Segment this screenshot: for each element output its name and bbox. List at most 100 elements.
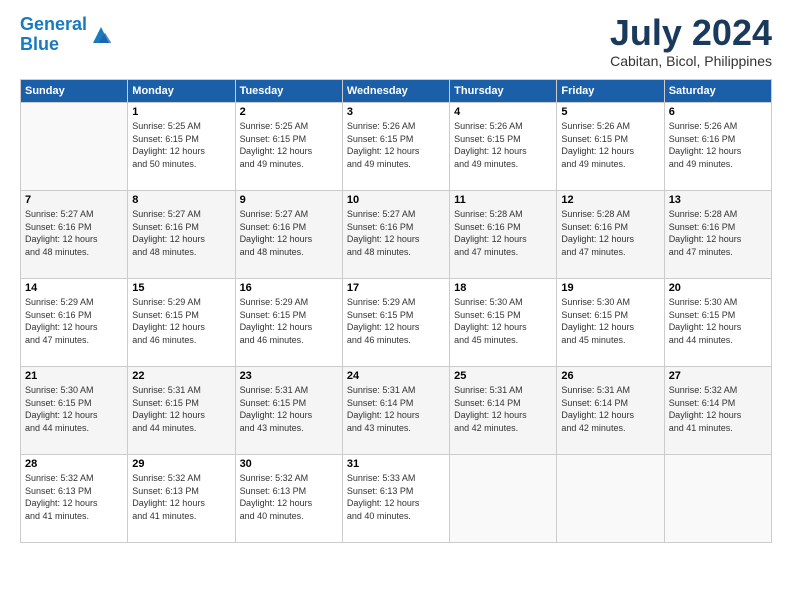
weekday-header-sunday: Sunday [21,80,128,103]
calendar-cell [664,455,771,543]
day-number: 27 [669,370,767,382]
calendar-cell: 2 Sunrise: 5:25 AM Sunset: 6:15 PM Daylig… [235,103,342,191]
calendar-cell: 14Sunrise: 5:29 AM Sunset: 6:16 PM Dayli… [21,279,128,367]
cell-content: Sunrise: 5:26 AM Sunset: 6:15 PM Dayligh… [561,120,659,170]
day-number: 22 [132,370,230,382]
calendar-cell [557,455,664,543]
cell-content: Sunrise: 5:32 AM Sunset: 6:13 PM Dayligh… [25,472,123,522]
day-number: 5 [561,106,659,118]
calendar-cell [450,455,557,543]
calendar-cell: 21 Sunrise: 5:30 AM Sunset: 6:15 PM Dayli… [21,367,128,455]
cell-content: Sunrise: 5:31 AM Sunset: 6:14 PM Dayligh… [347,384,445,434]
logo-icon [89,23,113,47]
weekday-header-saturday: Saturday [664,80,771,103]
day-number: 7 [25,194,123,206]
weekday-header-row: SundayMondayTuesdayWednesdayThursdayFrid… [21,80,772,103]
month-year-title: July 2024 [610,15,772,51]
logo-text: General Blue [20,15,87,55]
day-number: 11 [454,194,552,206]
cell-content: Sunrise: 5:31 AM Sunset: 6:15 PM Dayligh… [132,384,230,434]
calendar-cell: 26Sunrise: 5:31 AM Sunset: 6:14 PM Dayli… [557,367,664,455]
calendar-cell: 28Sunrise: 5:32 AM Sunset: 6:13 PM Dayli… [21,455,128,543]
calendar-cell: 20Sunrise: 5:30 AM Sunset: 6:15 PM Dayli… [664,279,771,367]
calendar-cell: 25Sunrise: 5:31 AM Sunset: 6:14 PM Dayli… [450,367,557,455]
cell-content: Sunrise: 5:31 AM Sunset: 6:15 PM Dayligh… [240,384,338,434]
calendar-cell: 23 Sunrise: 5:31 AM Sunset: 6:15 PM Dayli… [235,367,342,455]
day-number: 14 [25,282,123,294]
calendar-cell [21,103,128,191]
day-number: 19 [561,282,659,294]
calendar-table: SundayMondayTuesdayWednesdayThursdayFrid… [20,79,772,543]
day-number: 16 [240,282,338,294]
week-row-4: 21 Sunrise: 5:30 AM Sunset: 6:15 PM Dayli… [21,367,772,455]
day-number: 15 [132,282,230,294]
title-block: July 2024 Cabitan, Bicol, Philippines [610,15,772,69]
calendar-cell: 9Sunrise: 5:27 AM Sunset: 6:16 PM Daylig… [235,191,342,279]
calendar-cell: 10 Sunrise: 5:27 AM Sunset: 6:16 PM Dayli… [342,191,449,279]
logo-general: General [20,14,87,34]
header: General Blue July 2024 Cabitan, Bicol, P… [20,15,772,69]
cell-content: Sunrise: 5:32 AM Sunset: 6:13 PM Dayligh… [132,472,230,522]
logo-blue: Blue [20,34,59,54]
cell-content: Sunrise: 5:30 AM Sunset: 6:15 PM Dayligh… [561,296,659,346]
calendar-cell: 5 Sunrise: 5:26 AM Sunset: 6:15 PM Daylig… [557,103,664,191]
calendar-cell: 22 Sunrise: 5:31 AM Sunset: 6:15 PM Dayli… [128,367,235,455]
cell-content: Sunrise: 5:28 AM Sunset: 6:16 PM Dayligh… [454,208,552,258]
calendar-cell: 30 Sunrise: 5:32 AM Sunset: 6:13 PM Dayli… [235,455,342,543]
cell-content: Sunrise: 5:27 AM Sunset: 6:16 PM Dayligh… [25,208,123,258]
calendar-cell: 15 Sunrise: 5:29 AM Sunset: 6:15 PM Dayli… [128,279,235,367]
cell-content: Sunrise: 5:29 AM Sunset: 6:15 PM Dayligh… [347,296,445,346]
cell-content: Sunrise: 5:29 AM Sunset: 6:15 PM Dayligh… [132,296,230,346]
calendar-cell: 11 Sunrise: 5:28 AM Sunset: 6:16 PM Dayli… [450,191,557,279]
day-number: 6 [669,106,767,118]
day-number: 10 [347,194,445,206]
weekday-header-friday: Friday [557,80,664,103]
calendar-cell: 6 Sunrise: 5:26 AM Sunset: 6:16 PM Daylig… [664,103,771,191]
calendar-cell: 12 Sunrise: 5:28 AM Sunset: 6:16 PM Dayli… [557,191,664,279]
calendar-cell: 27 Sunrise: 5:32 AM Sunset: 6:14 PM Dayli… [664,367,771,455]
page: General Blue July 2024 Cabitan, Bicol, P… [0,0,792,612]
cell-content: Sunrise: 5:31 AM Sunset: 6:14 PM Dayligh… [454,384,552,434]
day-number: 30 [240,458,338,470]
cell-content: Sunrise: 5:30 AM Sunset: 6:15 PM Dayligh… [669,296,767,346]
day-number: 8 [132,194,230,206]
cell-content: Sunrise: 5:25 AM Sunset: 6:15 PM Dayligh… [132,120,230,170]
calendar-cell: 17 Sunrise: 5:29 AM Sunset: 6:15 PM Dayli… [342,279,449,367]
weekday-header-monday: Monday [128,80,235,103]
day-number: 18 [454,282,552,294]
day-number: 4 [454,106,552,118]
day-number: 2 [240,106,338,118]
day-number: 24 [347,370,445,382]
calendar-cell: 19 Sunrise: 5:30 AM Sunset: 6:15 PM Dayli… [557,279,664,367]
cell-content: Sunrise: 5:28 AM Sunset: 6:16 PM Dayligh… [669,208,767,258]
calendar-cell: 7 Sunrise: 5:27 AM Sunset: 6:16 PM Daylig… [21,191,128,279]
calendar-cell: 13 Sunrise: 5:28 AM Sunset: 6:16 PM Dayli… [664,191,771,279]
day-number: 12 [561,194,659,206]
day-number: 13 [669,194,767,206]
day-number: 9 [240,194,338,206]
cell-content: Sunrise: 5:32 AM Sunset: 6:14 PM Dayligh… [669,384,767,434]
day-number: 17 [347,282,445,294]
cell-content: Sunrise: 5:28 AM Sunset: 6:16 PM Dayligh… [561,208,659,258]
calendar-cell: 3Sunrise: 5:26 AM Sunset: 6:15 PM Daylig… [342,103,449,191]
cell-content: Sunrise: 5:27 AM Sunset: 6:16 PM Dayligh… [347,208,445,258]
day-number: 29 [132,458,230,470]
week-row-3: 14Sunrise: 5:29 AM Sunset: 6:16 PM Dayli… [21,279,772,367]
calendar-cell: 24 Sunrise: 5:31 AM Sunset: 6:14 PM Dayli… [342,367,449,455]
calendar-cell: 1Sunrise: 5:25 AM Sunset: 6:15 PM Daylig… [128,103,235,191]
day-number: 26 [561,370,659,382]
day-number: 21 [25,370,123,382]
calendar-cell: 4Sunrise: 5:26 AM Sunset: 6:15 PM Daylig… [450,103,557,191]
cell-content: Sunrise: 5:33 AM Sunset: 6:13 PM Dayligh… [347,472,445,522]
calendar-cell: 16Sunrise: 5:29 AM Sunset: 6:15 PM Dayli… [235,279,342,367]
weekday-header-tuesday: Tuesday [235,80,342,103]
cell-content: Sunrise: 5:30 AM Sunset: 6:15 PM Dayligh… [25,384,123,434]
calendar-cell: 8Sunrise: 5:27 AM Sunset: 6:16 PM Daylig… [128,191,235,279]
location-subtitle: Cabitan, Bicol, Philippines [610,53,772,69]
cell-content: Sunrise: 5:25 AM Sunset: 6:15 PM Dayligh… [240,120,338,170]
cell-content: Sunrise: 5:32 AM Sunset: 6:13 PM Dayligh… [240,472,338,522]
day-number: 23 [240,370,338,382]
day-number: 3 [347,106,445,118]
cell-content: Sunrise: 5:26 AM Sunset: 6:16 PM Dayligh… [669,120,767,170]
week-row-1: 1Sunrise: 5:25 AM Sunset: 6:15 PM Daylig… [21,103,772,191]
